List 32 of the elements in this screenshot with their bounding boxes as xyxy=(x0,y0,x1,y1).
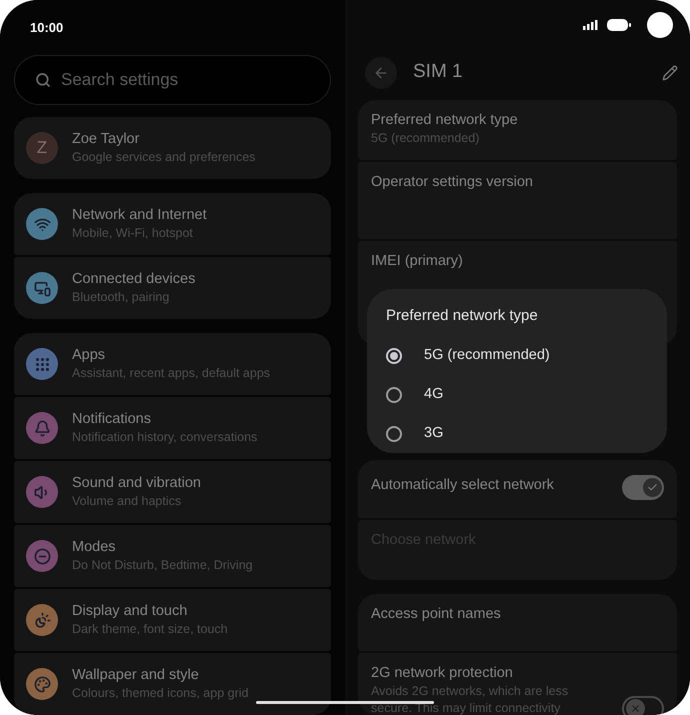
option-label: 4G xyxy=(424,385,444,404)
item-title: Notifications xyxy=(72,410,152,428)
item-title: Apps xyxy=(72,346,106,364)
item-title: Preferred network type xyxy=(371,112,519,129)
item-subtitle: Mobile, Wi-Fi, hotspot xyxy=(72,225,194,242)
item-title: Modes xyxy=(72,538,117,556)
item-subtitle: Dark theme, font size, touch xyxy=(72,621,228,638)
item-title: Network and Internet xyxy=(72,206,207,224)
item-subtitle: Google services and preferences xyxy=(72,149,256,166)
item-subtitle: Bluetooth, pairing xyxy=(72,289,170,306)
item-subtitle: Do Not Disturb, Bedtime, Driving xyxy=(72,557,253,574)
item-title: Operator settings version xyxy=(371,174,533,191)
item-title: Display and touch xyxy=(72,602,188,620)
item-subtitle: Notification history, conversations xyxy=(72,429,258,446)
item-title: Access point names xyxy=(371,606,501,623)
page-title: SIM 1 xyxy=(413,60,464,84)
item-title: 2G network protection xyxy=(371,665,514,682)
item-title: Sound and vibration xyxy=(72,474,201,492)
dialog-title: Preferred network type xyxy=(386,306,539,326)
item-subtitle: 5G (recommended) xyxy=(371,130,480,147)
item-title: Wallpaper and style xyxy=(72,666,200,684)
item-subtitle: Colours, themed icons, app grid xyxy=(72,685,248,702)
avatar: Z xyxy=(26,132,58,164)
item-subtitle: Volume and haptics xyxy=(72,493,182,510)
item-subtitle: Assistant, recent apps, default apps xyxy=(72,365,270,382)
item-title: Zoe Taylor xyxy=(72,130,140,148)
option-label: 5G (recommended) xyxy=(424,346,550,366)
item-title: IMEI (primary) xyxy=(371,253,463,270)
item-title: Automatically select network xyxy=(371,477,554,494)
option-label: 3G xyxy=(424,424,444,444)
item-title: Connected devices xyxy=(72,270,196,288)
status-time: 10:00 xyxy=(30,19,64,37)
